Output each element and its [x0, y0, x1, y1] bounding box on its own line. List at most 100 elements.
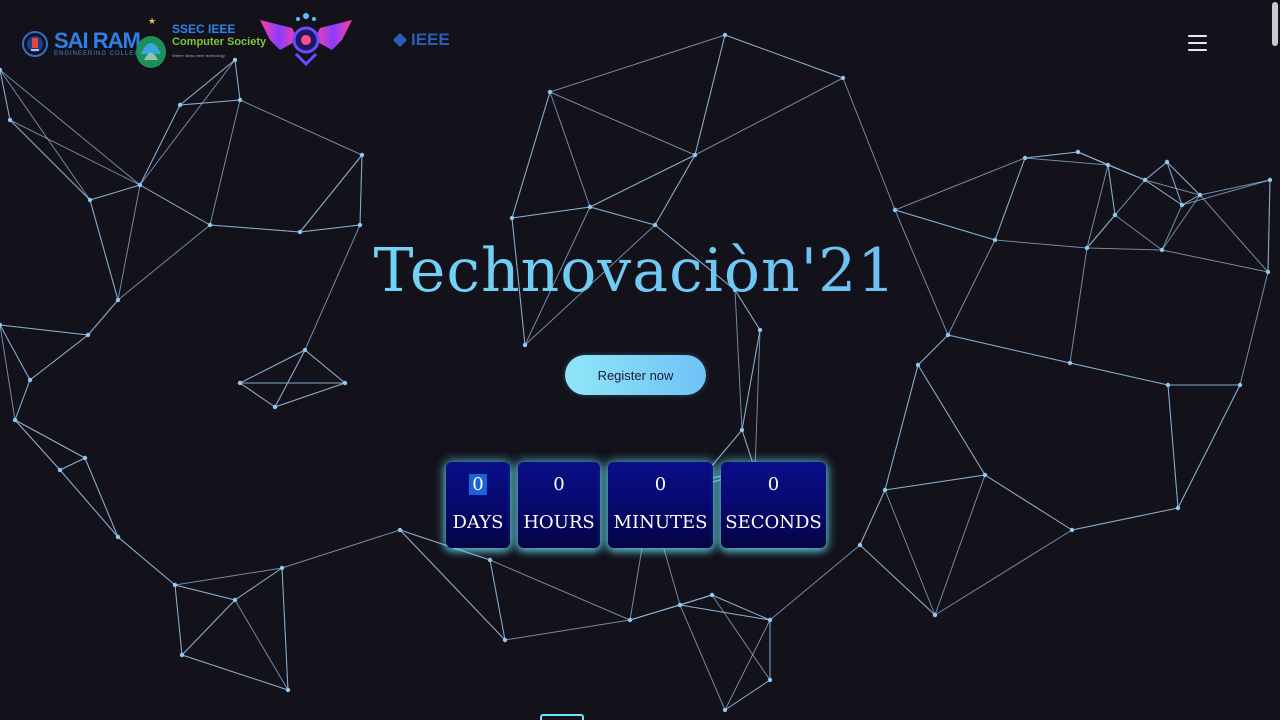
network-node: [0, 322, 3, 328]
scroll-down-indicator[interactable]: [540, 714, 584, 720]
network-node: [757, 327, 763, 333]
network-node: [1179, 202, 1185, 208]
days-number[interactable]: 0: [469, 474, 487, 495]
network-line: [1167, 384, 1179, 509]
menu-bar: [1188, 49, 1207, 51]
page: SAI RAM ENGINEERING COLLEGE ★ SSEC IEEE …: [0, 0, 1280, 720]
network-node: [359, 152, 365, 158]
sairam-name: SAI RAM: [54, 28, 141, 53]
network-node: [237, 380, 243, 386]
network-line: [181, 654, 289, 691]
network-node: [1237, 382, 1243, 388]
network-node: [1022, 155, 1028, 161]
ssec-emblem-icon: ★: [136, 17, 166, 68]
scrollbar-thumb[interactable]: [1272, 2, 1278, 46]
network-line: [724, 619, 771, 711]
network-line: [14, 379, 31, 421]
network-node: [172, 582, 178, 588]
network-node: [27, 377, 33, 383]
network-node: [7, 117, 13, 123]
menu-bar: [1188, 35, 1207, 37]
network-line: [504, 619, 631, 641]
network-node: [767, 677, 773, 683]
network-node: [1067, 360, 1073, 366]
network-line: [694, 77, 844, 156]
network-node: [840, 75, 846, 81]
network-line: [59, 457, 86, 471]
network-node: [509, 215, 515, 221]
network-node: [137, 182, 143, 188]
network-line: [209, 99, 241, 226]
network-line: [1107, 164, 1116, 216]
svg-text:★: ★: [148, 17, 156, 27]
sairam-wordmark: SAI RAM ENGINEERING COLLEGE: [54, 28, 146, 58]
register-button[interactable]: Register now: [565, 355, 706, 395]
network-node: [722, 32, 728, 38]
network-node: [12, 417, 18, 423]
network-node: [342, 380, 348, 386]
hours-label: HOURS: [523, 512, 595, 533]
network-node: [487, 557, 493, 563]
network-line: [239, 382, 276, 408]
network-line: [174, 584, 236, 601]
menu-bar: [1188, 42, 1207, 44]
hamburger-menu-icon[interactable]: [1188, 35, 1208, 53]
network-line: [1144, 179, 1201, 196]
network-line: [917, 364, 986, 476]
network-line: [9, 119, 141, 186]
network-line: [181, 599, 236, 656]
countdown-minutes: 0 MINUTES: [608, 462, 713, 548]
network-node: [57, 467, 63, 473]
network-line: [511, 206, 591, 219]
page-scrollbar[interactable]: [1270, 0, 1280, 720]
days-value[interactable]: 0: [446, 474, 510, 495]
network-line: [0, 69, 141, 186]
network-line: [209, 224, 301, 233]
network-node: [857, 542, 863, 548]
network-line: [299, 224, 361, 233]
network-line: [174, 567, 283, 586]
network-node: [177, 102, 183, 108]
network-line: [139, 59, 236, 186]
network-line: [239, 349, 306, 384]
network-line: [489, 559, 506, 641]
network-node: [522, 342, 528, 348]
network-line: [884, 474, 986, 491]
network-node: [945, 332, 951, 338]
ssec-logo[interactable]: ★ SSEC IEEE Computer Society Where ideas…: [134, 14, 266, 70]
network-node: [1075, 149, 1081, 155]
ssec-line2: Computer Society: [172, 35, 267, 48]
ieee-logo[interactable]: IEEE: [392, 30, 450, 50]
network-line: [589, 206, 656, 226]
network-line: [1166, 161, 1183, 206]
network-line: [549, 91, 696, 156]
network-node: [1175, 505, 1181, 511]
seconds-label: SECONDS: [725, 512, 822, 533]
network-line: [549, 34, 726, 93]
sairam-emblem-icon: [22, 31, 48, 57]
network-line: [894, 157, 1026, 211]
technovacion-logo[interactable]: [258, 10, 354, 66]
network-line: [234, 599, 289, 691]
network-node: [232, 597, 238, 603]
sairam-subtitle: ENGINEERING COLLEGE: [54, 51, 146, 57]
network-node: [1165, 382, 1171, 388]
network-node: [767, 617, 773, 623]
network-line: [1144, 161, 1168, 181]
network-line: [489, 559, 631, 621]
network-node: [739, 427, 745, 433]
network-line: [984, 474, 1073, 531]
network-node: [285, 687, 291, 693]
sairam-logo[interactable]: SAI RAM ENGINEERING COLLEGE: [22, 22, 145, 66]
network-node: [627, 617, 633, 623]
network-line: [679, 604, 771, 621]
network-line: [1107, 164, 1146, 181]
network-line: [117, 536, 176, 586]
network-line: [994, 157, 1026, 241]
network-line: [9, 119, 91, 201]
network-line: [884, 364, 919, 491]
network-node: [179, 652, 185, 658]
ssec-line3: Where ideas meet technology: [172, 52, 225, 58]
network-line: [1144, 179, 1183, 206]
network-node: [357, 222, 363, 228]
